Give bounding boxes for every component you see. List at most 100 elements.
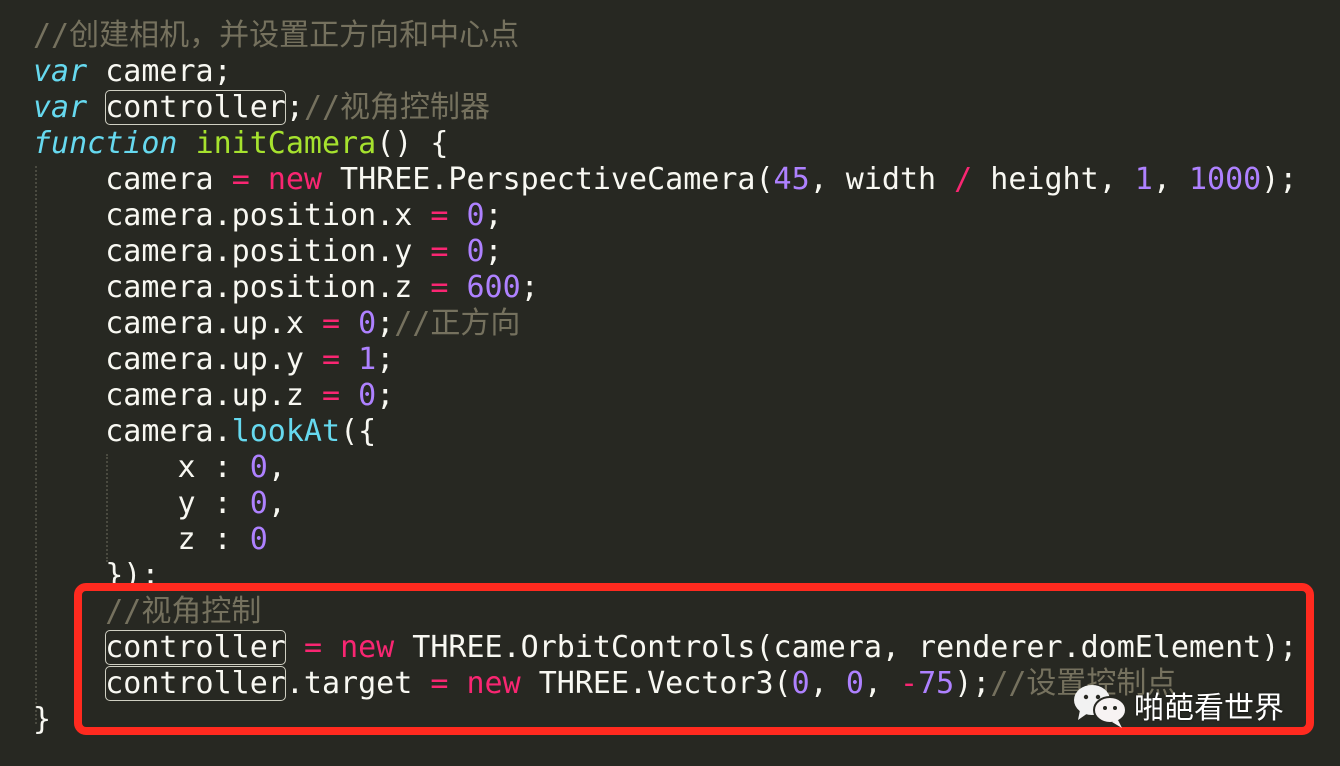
code-line[interactable]: //视角控制 xyxy=(33,594,1297,630)
token-plain: () { xyxy=(376,126,449,161)
code-line[interactable]: //创建相机，并设置正方向和中心点 xyxy=(33,18,1297,54)
token-number: 0 xyxy=(358,378,377,413)
token-plain: THREE.PerspectiveCamera( xyxy=(322,162,774,197)
token-keyword: = xyxy=(303,630,322,665)
wechat-icon xyxy=(1072,682,1130,728)
token-plain: .target xyxy=(285,666,431,701)
token-plain: , xyxy=(863,666,900,701)
token-plain: camera.up.z xyxy=(105,378,322,413)
code-line[interactable]: function initCamera() { xyxy=(33,126,1297,162)
token-plain: camera.position.x xyxy=(105,198,431,233)
token-keyword: = xyxy=(430,234,449,269)
code-line[interactable]: var controller;//视角控制器 xyxy=(33,90,1297,126)
code-line[interactable]: camera.up.x = 0;//正方向 xyxy=(33,306,1297,342)
token-keyword: = xyxy=(430,198,449,233)
token-number: 0 xyxy=(249,522,268,557)
token-plain: ; xyxy=(520,270,539,305)
token-number: 75 xyxy=(918,666,955,701)
token-funcname: initCamera xyxy=(195,126,377,161)
token-keyword: / xyxy=(954,162,973,197)
token-plain: camera.position.z xyxy=(105,270,431,305)
code-line[interactable]: controller = new THREE.OrbitControls(cam… xyxy=(33,630,1297,666)
token-keyword: = xyxy=(322,306,341,341)
token-plain: THREE.OrbitControls(camera, renderer.dom… xyxy=(394,630,1298,665)
token-keyword: - xyxy=(900,666,919,701)
code-line[interactable]: y : 0, xyxy=(33,486,1297,522)
code-block[interactable]: //创建相机，并设置正方向和中心点 var camera; var controll… xyxy=(33,18,1297,738)
token-plain: x : xyxy=(177,450,250,485)
token-plain: camera. xyxy=(105,414,232,449)
token-plain: camera.up.y xyxy=(105,342,322,377)
code-line[interactable]: camera = new THREE.PerspectiveCamera(45,… xyxy=(33,162,1297,198)
token-plain: }); xyxy=(105,558,160,593)
token-plain: camera.up.x xyxy=(105,306,322,341)
token-number: 0 xyxy=(791,666,810,701)
code-line[interactable]: camera.up.z = 0; xyxy=(33,378,1297,414)
highlighted-identifier: controller xyxy=(105,630,286,665)
token-plain: ; xyxy=(376,342,395,377)
token-plain: height, xyxy=(972,162,1135,197)
token-plain: z : xyxy=(177,522,250,557)
token-comment: //正方向 xyxy=(394,306,521,341)
code-editor[interactable]: //创建相机，并设置正方向和中心点 var camera; var controll… xyxy=(0,0,1340,766)
token-keyword: = xyxy=(430,666,449,701)
token-number: 0 xyxy=(466,198,485,233)
code-line[interactable]: }); xyxy=(33,558,1297,594)
token-plain: ; xyxy=(285,90,304,125)
token-keyword: new xyxy=(466,666,521,701)
token-storage: var xyxy=(33,90,88,125)
code-line[interactable]: camera.position.y = 0; xyxy=(33,234,1297,270)
token-plain: , xyxy=(267,486,286,521)
token-plain: ); xyxy=(1261,162,1298,197)
code-line[interactable]: camera.position.z = 600; xyxy=(33,270,1297,306)
code-line[interactable]: var camera; xyxy=(33,54,1297,90)
token-comment: //视角控制器 xyxy=(303,90,491,125)
token-plain: camera; xyxy=(87,54,232,89)
code-line[interactable]: z : 0 xyxy=(33,522,1297,558)
token-plain: y : xyxy=(177,486,250,521)
token-number: 0 xyxy=(845,666,864,701)
token-plain: ; xyxy=(376,378,395,413)
token-plain: , xyxy=(809,666,846,701)
token-number: 1 xyxy=(1134,162,1153,197)
token-storage: var xyxy=(33,54,88,89)
token-support: lookAt xyxy=(231,414,341,449)
code-line[interactable]: camera.lookAt({ xyxy=(33,414,1297,450)
token-plain: , xyxy=(267,450,286,485)
code-line[interactable]: camera.position.x = 0; xyxy=(33,198,1297,234)
token-number: 1000 xyxy=(1188,162,1262,197)
token-comment: //视角控制 xyxy=(105,594,262,629)
token-number: 600 xyxy=(466,270,521,305)
token-keyword: = xyxy=(322,378,341,413)
token-plain: , xyxy=(1152,162,1189,197)
code-line[interactable]: camera.up.y = 1; xyxy=(33,342,1297,378)
token-number: 0 xyxy=(249,486,268,521)
code-line[interactable]: x : 0, xyxy=(33,450,1297,486)
watermark: 啪葩看世界 xyxy=(1072,682,1284,728)
token-keyword: new xyxy=(340,630,395,665)
token-keyword: new xyxy=(267,162,322,197)
